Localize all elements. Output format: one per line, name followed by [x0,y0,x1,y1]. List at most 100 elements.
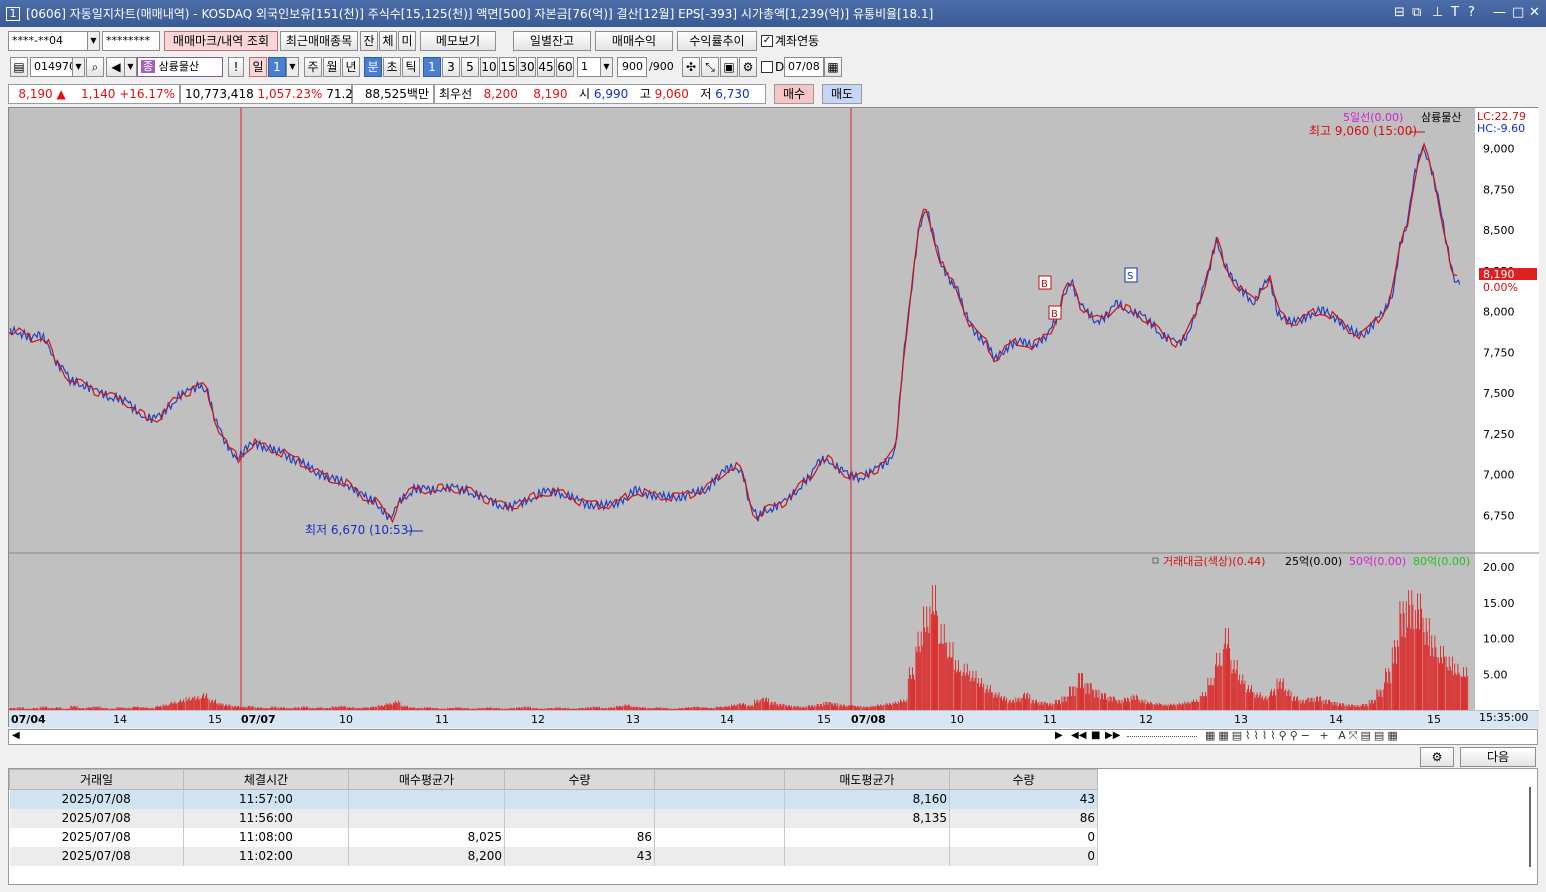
cascade-icon[interactable]: ⧉ [1412,5,1421,21]
interval-10-button[interactable]: 10 [480,57,498,77]
speaker-icon[interactable]: ◀ [106,57,126,77]
buy-marker-1[interactable]: B [1038,275,1052,290]
balance-button[interactable]: 잔 [360,31,378,51]
volume-bar [1315,701,1316,710]
period-count-button[interactable]: 1 [268,57,286,77]
chart-scrollbar[interactable]: ◀ ▶ ◀◀ ■ ▶▶ ▦▦▤⌇⌇⌇⌇⚲⚲− + A⤧▤▤▦ [8,729,1538,745]
sell-button[interactable]: 매도 [822,84,862,104]
draw-tool-icon[interactable]: ⤡ [701,57,719,77]
mark-query-button[interactable]: 매매마크/내역 조회 [164,31,278,51]
interval-45-button[interactable]: 45 [537,57,555,77]
volume-bar [378,705,380,710]
settings-icon[interactable]: ⚙ [739,57,757,77]
volume-bar [895,702,897,710]
price-chart[interactable]: 9,0008,7508,5008,2508,0007,7507,5007,250… [8,108,1539,728]
stock-name-label: 삼륭물산 [158,60,200,73]
volume-bar [562,708,563,710]
interval-30-button[interactable]: 30 [518,57,536,77]
recent-trades-button[interactable]: 최근매매종목 [280,31,358,51]
account-select[interactable]: ****-**04 [8,31,88,51]
table-row[interactable]: 2025/07/08 11:56:00 8,135 86 [9,808,1098,828]
period-month-button[interactable]: 월 [323,57,341,77]
interval-60-button[interactable]: 60 [556,57,574,77]
return-trend-button[interactable]: 수익률추이 [677,31,757,51]
next-button[interactable]: 다음 [1460,747,1536,767]
nav-rewind-icon[interactable]: ◀◀ [1071,730,1086,741]
interval-1-button[interactable]: 1 [423,57,441,77]
period-week-button[interactable]: 주 [304,57,322,77]
close-icon[interactable]: ✕ [1529,5,1540,21]
volume-bar [668,707,670,710]
pin-icon[interactable]: ⊥ [1432,5,1443,21]
chart-tools-icon[interactable]: ▦▦▤⌇⌇⌇⌇⚲⚲− + A⤧▤▤▦ [1205,729,1401,743]
date-input[interactable]: 07/08 [784,57,824,77]
speaker-dropdown-icon[interactable]: ▼ [124,57,137,77]
table-row[interactable]: 2025/07/08 11:08:00 8,025 86 0 [9,827,1098,847]
layout-icon[interactable]: ▤ [10,57,28,77]
executed-button[interactable]: 체 [379,31,397,51]
header-buy-qty[interactable]: 수량 [504,769,655,790]
crosshair-icon[interactable]: ✣ [682,57,700,77]
interval-dropdown-icon[interactable]: ▼ [600,57,613,77]
period-dropdown-icon[interactable]: ▼ [286,57,299,77]
calendar-icon[interactable]: ▦ [824,57,842,77]
volume-bar [388,704,390,710]
unexecuted-button[interactable]: 미 [398,31,416,51]
stock-name-field[interactable]: 종 삼륭물산 [137,57,223,77]
period-year-button[interactable]: 년 [342,57,360,77]
interval-select[interactable]: 1 [577,57,601,77]
trade-profit-button[interactable]: 매매수익 [595,31,673,51]
daily-balance-button[interactable]: 일별잔고 [513,31,591,51]
header-sell-avg[interactable]: 매도평균가 [784,769,950,790]
memo-button[interactable]: 메모보기 [420,31,496,51]
header-buy-avg[interactable]: 매수평균가 [348,769,505,790]
nav-stop-icon[interactable]: ■ [1091,730,1100,741]
interval-3-button[interactable]: 3 [442,57,460,77]
save-icon[interactable]: ▣ [720,57,738,77]
d-checkbox[interactable] [761,61,773,73]
font-icon[interactable]: T [1451,5,1459,21]
minimize-all-icon[interactable]: ⊟ [1394,5,1405,21]
account-link-checkbox[interactable]: ✓ [761,35,773,47]
alert-button[interactable]: ! [228,57,244,77]
nav-play-icon[interactable]: ▶ [1055,730,1063,741]
period-day-button[interactable]: 일 [249,57,267,77]
password-field[interactable]: ******** [102,31,160,51]
period-second-button[interactable]: 초 [383,57,401,77]
volume-bar [305,707,306,710]
period-tick-button[interactable]: 틱 [402,57,420,77]
help-icon[interactable]: ? [1468,5,1475,21]
minimize-icon[interactable]: — [1493,5,1506,21]
count-input[interactable]: 900 [617,57,647,77]
interval-15-button[interactable]: 15 [499,57,517,77]
sell-marker-1[interactable]: S [1124,267,1138,283]
period-minute-button[interactable]: 분 [364,57,382,77]
volume-bar [1449,666,1451,710]
grid-settings-button[interactable]: ⚙ [1420,747,1454,767]
window-number[interactable]: 1 [6,6,20,21]
header-exec-time[interactable]: 체결시간 [183,769,349,790]
table-row[interactable]: 2025/07/08 11:02:00 8,200 43 0 [9,846,1098,866]
header-trade-date[interactable]: 거래일 [9,769,184,790]
table-row[interactable]: 2025/07/08 11:57:00 8,160 43 [9,789,1098,809]
buy-marker-2[interactable]: B [1048,305,1062,320]
header-sell-qty[interactable]: 수량 [949,769,1098,790]
buy-button[interactable]: 매수 [774,84,814,104]
chevron-down-icon[interactable]: ▼ [87,31,100,51]
zoom-slider[interactable] [1127,736,1197,739]
interval-5-button[interactable]: 5 [461,57,479,77]
grid-scrollbar[interactable] [1529,787,1531,867]
volume-bar [1027,692,1029,710]
volume-bar [1188,703,1190,710]
stock-code-input[interactable]: 014970 [30,57,76,77]
volume-bar [724,706,726,710]
chart-area[interactable]: 9,0008,7508,5008,2508,0007,7507,5007,250… [8,107,1539,728]
volume-bar [1229,648,1230,710]
search-icon[interactable]: ⌕ [86,57,104,77]
scroll-left-icon[interactable]: ◀ [12,730,20,741]
nav-forward-icon[interactable]: ▶▶ [1105,730,1120,741]
volume-bar [143,707,145,710]
maximize-icon[interactable]: □ [1512,5,1524,21]
code-dropdown-icon[interactable]: ▼ [72,57,85,77]
price-tick-label: 6,750 [1483,509,1515,522]
